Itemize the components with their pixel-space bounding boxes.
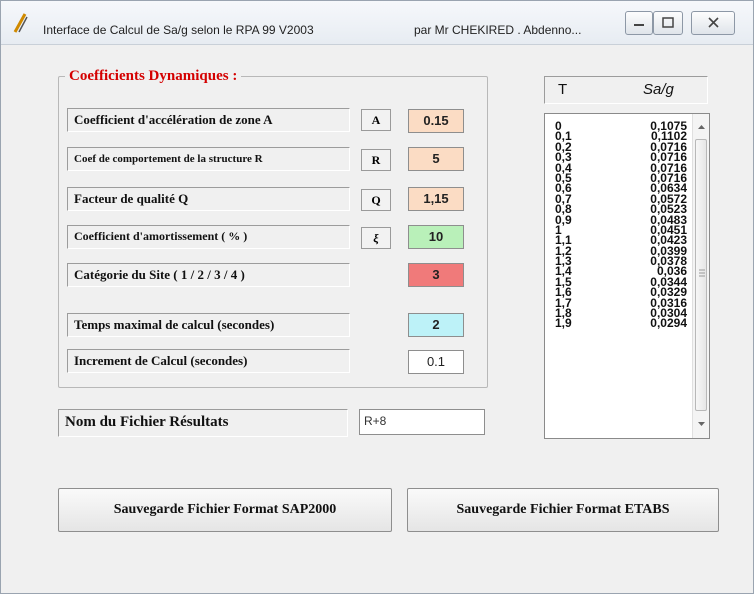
accel-zone-value[interactable]: 0.15 [408,109,464,133]
window-author: par Mr CHEKIRED . Abdenno... [414,23,582,37]
scroll-up-icon [698,125,705,129]
quality-factor-button[interactable]: Q [361,189,391,211]
minimize-icon [634,24,644,26]
increment-value[interactable]: 0.1 [408,350,464,374]
period-cell: 1,9 [555,316,572,331]
max-time-value[interactable]: 2 [408,313,464,337]
grip-icon [699,269,705,277]
behavior-coef-label: Coef de comportement de la structure R [67,147,350,171]
damping-value[interactable]: 10 [408,225,464,249]
damping-label: Coefficient d'amortissement ( % ) [67,225,350,249]
quality-factor-label: Facteur de qualité Q [67,187,350,211]
sag-cell: 0,0294 [650,316,687,331]
main-window: Interface de Calcul de Sa/g selon le RPA… [0,0,754,594]
maximize-button[interactable] [653,11,683,35]
site-category-label: Catégorie du Site ( 1 / 2 / 3 / 4 ) [67,263,350,287]
site-category-value[interactable]: 3 [408,263,464,287]
save-etabs-button[interactable]: Sauvegarde Fichier Format ETABS [407,488,719,532]
behavior-coef-button[interactable]: R [361,149,391,171]
damping-button[interactable]: ξ [361,227,391,249]
column-header-t: T [558,81,568,98]
results-listbox[interactable]: 0 0,1075 0,1 0,1102 0,2 0,0716 0,3 0,0716 0,4 0,0… [544,113,710,439]
accel-zone-label: Coefficient d'accélération de zone A [67,108,350,132]
group-title: Coefficients Dynamiques : [65,68,242,85]
app-icon [13,13,28,33]
maximize-icon [662,17,674,28]
accel-zone-button[interactable]: A [361,109,391,131]
result-file-input[interactable]: R+8 [359,409,485,435]
save-sap2000-button[interactable]: Sauvegarde Fichier Format SAP2000 [58,488,392,532]
column-header-sag: Sa/g [643,81,674,98]
close-button[interactable] [691,11,735,35]
results-rows: 0 0,1075 0,1 0,1102 0,2 0,0716 0,3 0,0716 0,4 0,0… [549,120,691,331]
scroll-down-icon [698,422,705,426]
quality-factor-value[interactable]: 1,15 [408,187,464,211]
table-row[interactable]: 1,9 0,0294 [549,316,691,331]
window-title: Interface de Calcul de Sa/g selon le RPA… [43,23,314,37]
increment-label: Increment de Calcul (secondes) [67,349,350,373]
result-file-label: Nom du Fichier Résultats [58,409,348,437]
results-scrollbar[interactable] [692,114,709,438]
minimize-button[interactable] [625,11,653,35]
scroll-thumb[interactable] [695,139,707,411]
title-bar: Interface de Calcul de Sa/g selon le RPA… [1,1,753,45]
max-time-label: Temps maximal de calcul (secondes) [67,313,350,337]
behavior-coef-value[interactable]: 5 [408,147,464,171]
results-header: T Sa/g [544,76,708,104]
close-icon [708,17,719,28]
